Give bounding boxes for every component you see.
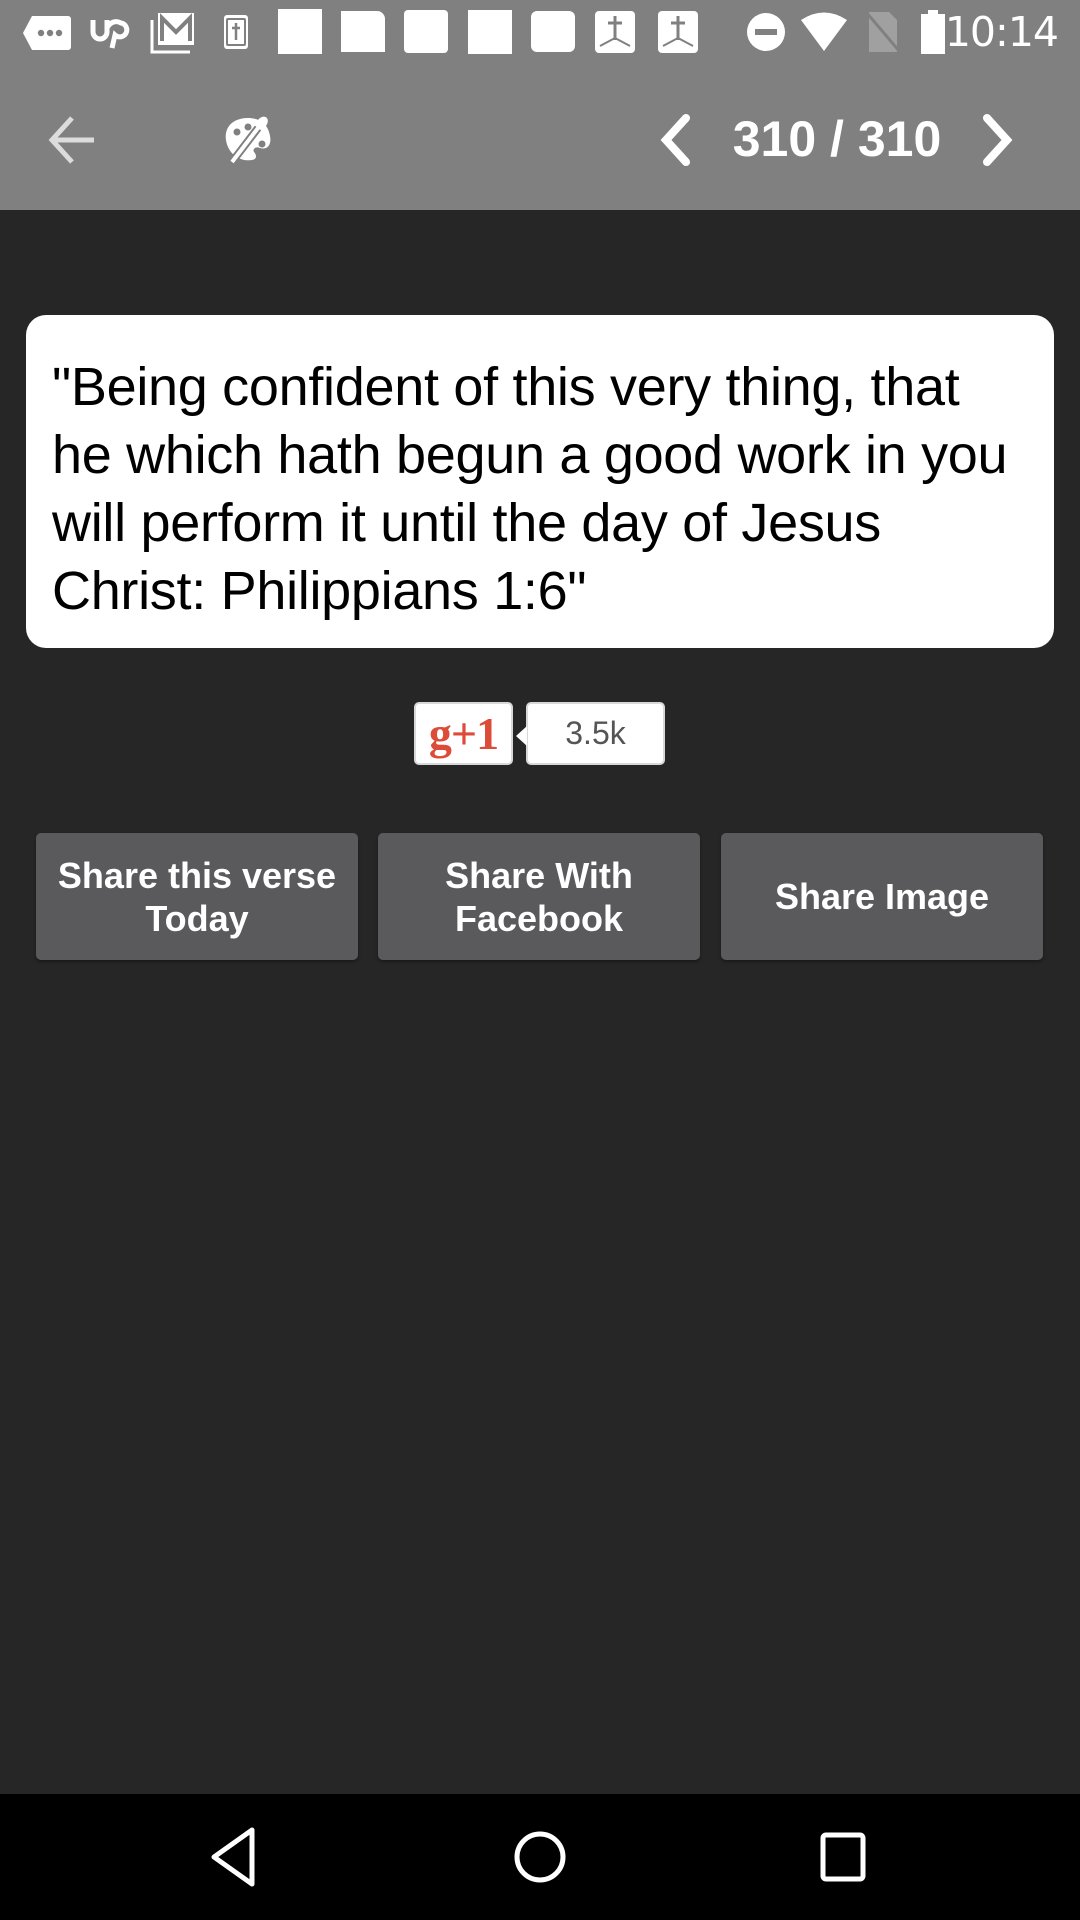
google-plus-count: 3.5k bbox=[516, 702, 665, 765]
share-image-button[interactable]: Share Image bbox=[721, 833, 1043, 960]
nav-home-icon bbox=[514, 1831, 566, 1883]
do-not-disturb-icon bbox=[747, 13, 785, 51]
nav-home-button[interactable] bbox=[500, 1824, 580, 1890]
app-header: 310 / 310 bbox=[0, 70, 1080, 210]
nav-recents-icon bbox=[820, 1832, 866, 1882]
bible-cross-icon bbox=[595, 11, 635, 53]
arrow-left-icon bbox=[48, 116, 94, 164]
no-sim-icon bbox=[865, 11, 901, 53]
share-with-facebook-label: Share With Facebook bbox=[445, 854, 633, 939]
chevron-right-icon bbox=[983, 114, 1013, 166]
blank-notification-icon bbox=[341, 11, 385, 52]
google-plus-one-button[interactable]: g+1 bbox=[414, 702, 513, 765]
nav-back-icon bbox=[211, 1827, 255, 1887]
gmail-icon bbox=[150, 13, 194, 54]
share-image-label: Share Image bbox=[774, 876, 990, 917]
next-verse-button[interactable] bbox=[975, 112, 1019, 168]
share-with-facebook-button[interactable]: Share With Facebook bbox=[378, 833, 700, 960]
verse-card: "Being confident of this very thing, tha… bbox=[26, 315, 1054, 648]
blank-notification-icon bbox=[531, 11, 575, 52]
messaging-icon bbox=[23, 16, 71, 50]
bible-app-icon bbox=[224, 15, 248, 49]
palette-icon bbox=[225, 116, 271, 165]
blank-notification-icon bbox=[468, 10, 512, 54]
blank-notification-icon bbox=[278, 9, 322, 54]
nav-recents-button[interactable] bbox=[803, 1824, 883, 1890]
battery-icon bbox=[921, 10, 945, 54]
verse-text: "Being confident of this very thing, tha… bbox=[52, 357, 1008, 621]
share-verse-today-button[interactable]: Share this verse Today bbox=[36, 833, 358, 960]
share-verse-today-label: Share this verse Today bbox=[57, 854, 337, 939]
theme-button[interactable] bbox=[218, 110, 278, 170]
chevron-left-icon bbox=[660, 114, 690, 166]
bible-cross-icon bbox=[658, 11, 698, 53]
nav-back-button[interactable] bbox=[196, 1824, 276, 1890]
wifi-icon bbox=[801, 12, 847, 51]
blank-notification-icon bbox=[404, 10, 448, 53]
google-plus-one-icon: g+1 bbox=[428, 707, 499, 759]
status-time: 10:14 bbox=[944, 8, 1059, 56]
status-bar: 10:14 bbox=[0, 0, 1080, 70]
page-counter: 310 / 310 bbox=[732, 111, 942, 167]
upwork-icon bbox=[90, 19, 130, 49]
previous-verse-button[interactable] bbox=[654, 112, 698, 168]
back-button[interactable] bbox=[44, 112, 104, 168]
navigation-bar bbox=[0, 1794, 1080, 1920]
